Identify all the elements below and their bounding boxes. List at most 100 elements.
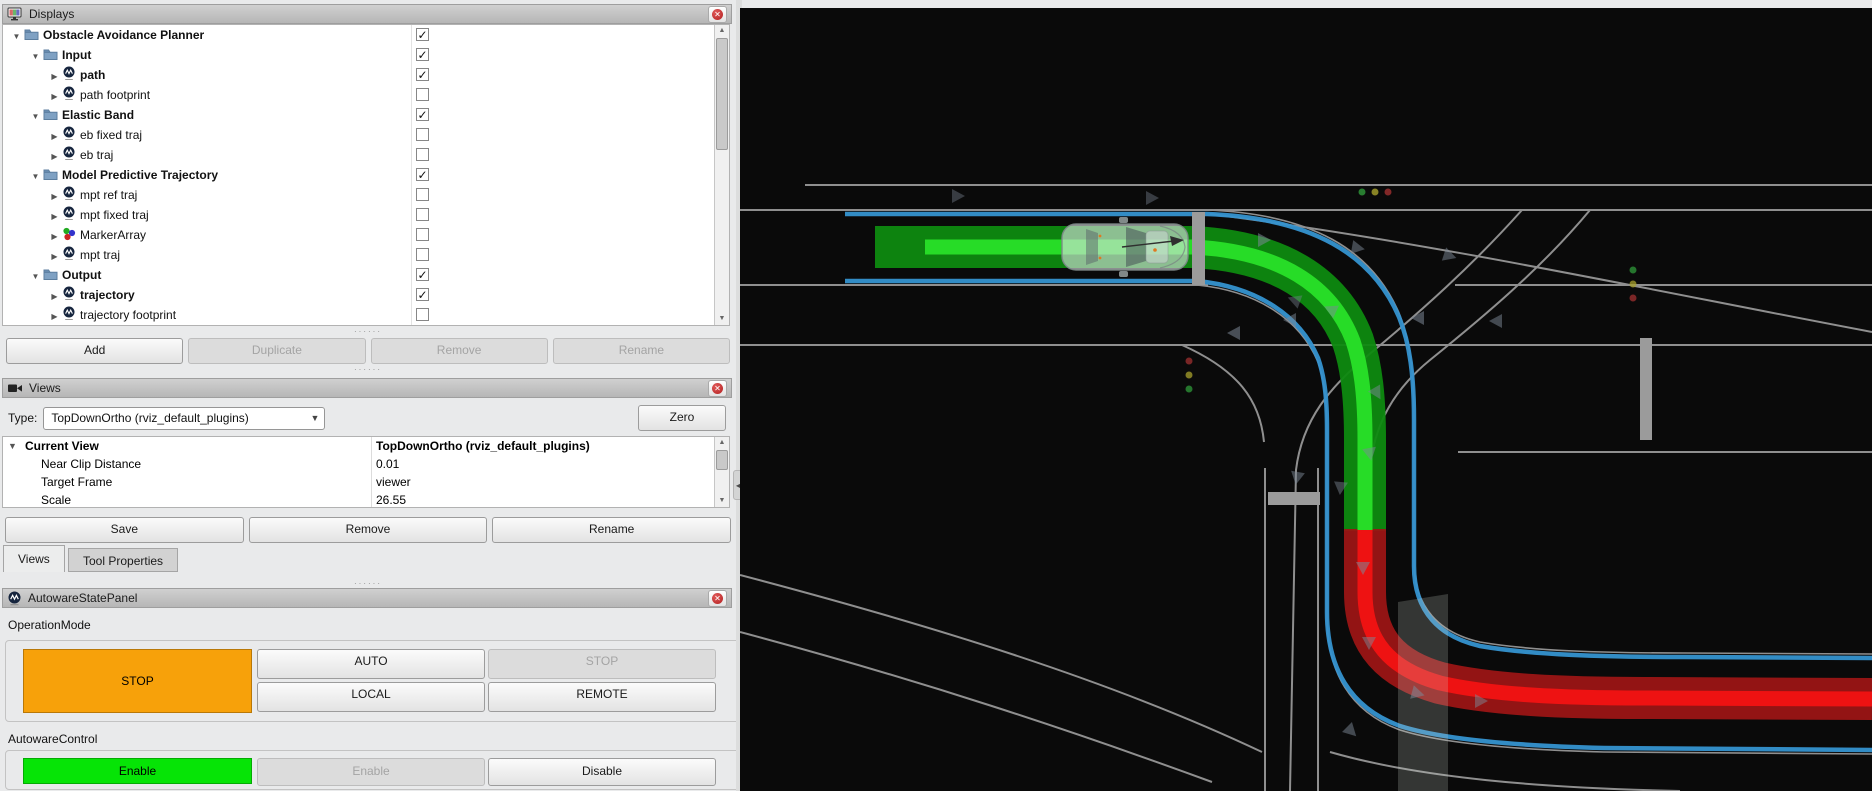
autoware-icon xyxy=(62,246,76,267)
displays-tree-scrollbar[interactable]: ▲ ▼ xyxy=(714,25,729,325)
enable-checkbox[interactable] xyxy=(416,208,429,221)
displays-tree[interactable]: ▼Obstacle Avoidance Planner✓▼Input✓▶path… xyxy=(2,24,730,326)
displays-add-button[interactable]: Add xyxy=(6,338,183,364)
enable-checkbox[interactable] xyxy=(416,228,429,241)
displays-panel-header[interactable]: Displays ✕ xyxy=(2,4,732,24)
tree-row-path-footprint[interactable]: ▶path footprint xyxy=(3,85,729,105)
splitter-handle[interactable]: ······ xyxy=(0,328,736,336)
expand-icon[interactable]: ▶ xyxy=(47,287,62,307)
enable-checkbox[interactable]: ✓ xyxy=(416,68,429,81)
property-value[interactable]: viewer xyxy=(372,473,713,491)
property-row[interactable]: Target Frameviewer xyxy=(3,473,729,491)
scrollbar-thumb[interactable] xyxy=(716,38,728,150)
collapse-icon[interactable]: ▼ xyxy=(28,47,43,67)
scroll-down-icon[interactable]: ▼ xyxy=(715,313,729,325)
folder-icon xyxy=(43,107,58,127)
enable-checkbox[interactable] xyxy=(416,248,429,261)
enable-checkbox[interactable] xyxy=(416,308,429,321)
collapse-icon[interactable]: ▼ xyxy=(28,107,43,127)
displays-close-icon[interactable]: ✕ xyxy=(708,6,727,23)
expand-icon[interactable]: ▶ xyxy=(47,187,62,207)
splitter-handle[interactable]: ······ xyxy=(0,366,736,374)
splitter-handle[interactable]: ······ xyxy=(0,580,736,588)
view-properties-table[interactable]: ▼Current ViewTopDownOrtho (rviz_default_… xyxy=(2,436,730,508)
property-value[interactable]: 26.55 xyxy=(372,491,713,508)
enable-checkbox[interactable]: ✓ xyxy=(416,268,429,281)
tree-item-label: path xyxy=(80,68,105,82)
collapse-icon[interactable]: ▼ xyxy=(28,267,43,287)
enable-checkbox[interactable] xyxy=(416,128,429,141)
property-value[interactable]: 0.01 xyxy=(372,455,713,473)
tree-row-model-predictive-trajectory[interactable]: ▼Model Predictive Trajectory✓ xyxy=(3,165,729,185)
folder-icon xyxy=(43,267,58,287)
collapse-icon[interactable]: ▼ xyxy=(28,167,43,187)
tree-row-mpt-fixed-traj[interactable]: ▶mpt fixed traj xyxy=(3,205,729,225)
enable-checkbox[interactable]: ✓ xyxy=(416,168,429,181)
expand-icon[interactable]: ▶ xyxy=(47,307,62,326)
displays-duplicate-button: Duplicate xyxy=(188,338,365,364)
tree-row-mpt-ref-traj[interactable]: ▶mpt ref traj xyxy=(3,185,729,205)
expand-icon[interactable]: ▶ xyxy=(47,207,62,227)
autoware-icon xyxy=(62,126,76,147)
enable-checkbox[interactable] xyxy=(416,88,429,101)
displays-rename-button: Rename xyxy=(553,338,730,364)
views-rename-button[interactable]: Rename xyxy=(492,517,731,543)
expand-icon[interactable]: ▶ xyxy=(47,87,62,107)
property-row[interactable]: ▼Current ViewTopDownOrtho (rviz_default_… xyxy=(3,437,729,455)
scroll-up-icon[interactable]: ▲ xyxy=(715,437,729,449)
views-remove-button[interactable]: Remove xyxy=(249,517,488,543)
property-row[interactable]: Scale26.55 xyxy=(3,491,729,508)
tree-row-elastic-band[interactable]: ▼Elastic Band✓ xyxy=(3,105,729,125)
enable-checkbox[interactable]: ✓ xyxy=(416,28,429,41)
tree-row-eb-fixed-traj[interactable]: ▶eb fixed traj xyxy=(3,125,729,145)
tab-views[interactable]: Views xyxy=(3,545,65,572)
zero-button[interactable]: Zero xyxy=(638,405,726,431)
state-panel-title: AutowareStatePanel xyxy=(28,591,137,605)
view-type-select[interactable]: TopDownOrtho (rviz_default_plugins) ▼ xyxy=(43,407,325,430)
tree-row-output[interactable]: ▼Output✓ xyxy=(3,265,729,285)
tree-row-input[interactable]: ▼Input✓ xyxy=(3,45,729,65)
3d-viewport[interactable] xyxy=(740,8,1872,791)
views-panel-header[interactable]: Views ✕ xyxy=(2,378,732,398)
tree-row-eb-traj[interactable]: ▶eb traj xyxy=(3,145,729,165)
tab-tool-properties[interactable]: Tool Properties xyxy=(68,548,178,572)
enable-checkbox[interactable] xyxy=(416,188,429,201)
tree-row-path[interactable]: ▶ path ✓ xyxy=(3,65,729,85)
operation-mode-local-button[interactable]: LOCAL xyxy=(257,682,485,712)
state-panel-header[interactable]: AutowareStatePanel ✕ xyxy=(2,588,732,608)
views-close-icon[interactable]: ✕ xyxy=(708,380,727,397)
enable-checkbox[interactable]: ✓ xyxy=(416,108,429,121)
operation-mode-auto-button[interactable]: AUTO xyxy=(257,649,485,679)
tree-row-trajectory-footprint[interactable]: ▶trajectory footprint xyxy=(3,305,729,325)
tree-row-trajectory[interactable]: ▶trajectory✓ xyxy=(3,285,729,305)
south-stop-line xyxy=(1268,492,1320,505)
expand-icon[interactable]: ▶ xyxy=(47,127,62,147)
enable-checkbox[interactable]: ✓ xyxy=(416,288,429,301)
expand-icon[interactable]: ▶ xyxy=(47,247,62,267)
tree-row-obstacle-avoidance-planner[interactable]: ▼Obstacle Avoidance Planner✓ xyxy=(3,25,729,45)
collapse-icon[interactable]: ▼ xyxy=(9,27,24,47)
state-close-icon[interactable]: ✕ xyxy=(708,590,727,607)
operation-mode-stop-button: STOP xyxy=(488,649,716,679)
views-save-button[interactable]: Save xyxy=(5,517,244,543)
expand-icon[interactable]: ▶ xyxy=(47,147,62,167)
operation-mode-remote-button[interactable]: REMOTE xyxy=(488,682,716,712)
tree-row-markerarray[interactable]: ▶MarkerArray xyxy=(3,225,729,245)
expand-icon[interactable]: ▶ xyxy=(47,67,62,87)
expand-icon[interactable]: ▶ xyxy=(47,227,62,247)
views-table-scrollbar[interactable]: ▲ ▼ xyxy=(714,437,729,507)
scrollbar-thumb[interactable] xyxy=(716,450,728,470)
enable-checkbox[interactable]: ✓ xyxy=(416,48,429,61)
autoware-control-group: Enable EnableDisable xyxy=(5,750,748,790)
collapse-icon[interactable]: ▼ xyxy=(8,437,17,455)
enable-checkbox[interactable] xyxy=(416,148,429,161)
property-value[interactable]: TopDownOrtho (rviz_default_plugins) xyxy=(372,437,713,455)
ego-stop-line xyxy=(1192,212,1205,285)
autoware-icon xyxy=(62,206,76,227)
tree-row-mpt-traj[interactable]: ▶mpt traj xyxy=(3,245,729,265)
property-row[interactable]: Near Clip Distance0.01 xyxy=(3,455,729,473)
autoware-control-disable-button[interactable]: Disable xyxy=(488,758,716,786)
scroll-down-icon[interactable]: ▼ xyxy=(715,495,729,507)
marker-array-icon xyxy=(62,227,76,247)
scroll-up-icon[interactable]: ▲ xyxy=(715,25,729,37)
